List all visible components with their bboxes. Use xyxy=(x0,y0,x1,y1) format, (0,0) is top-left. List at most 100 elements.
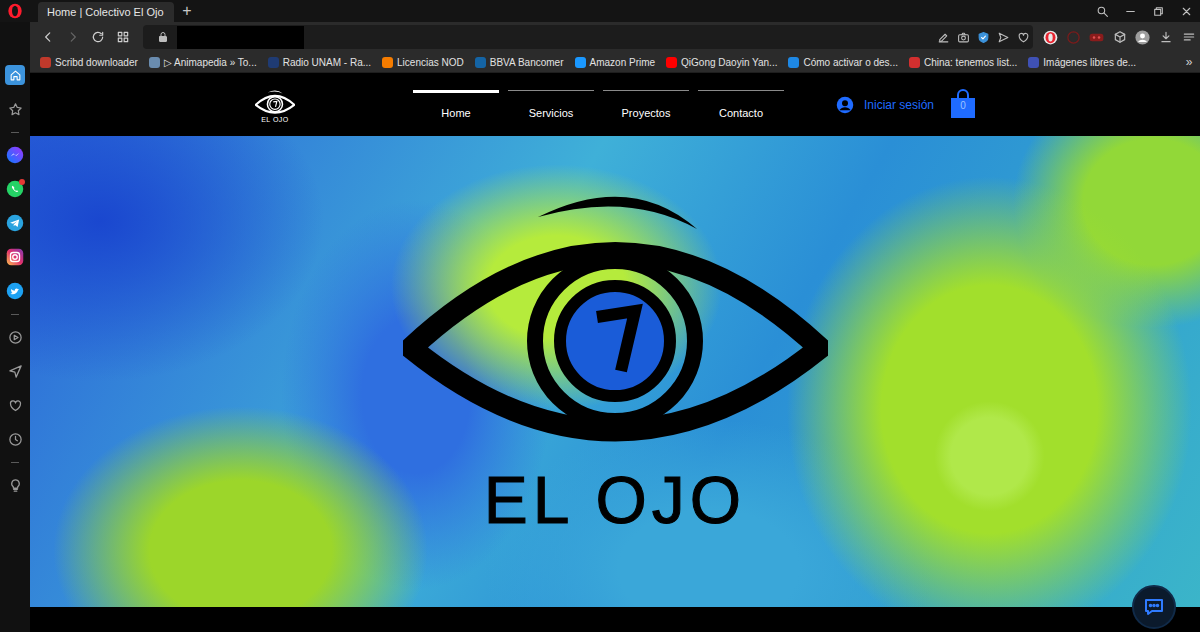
bookmark[interactable]: Cómo activar o des... xyxy=(788,55,897,70)
sidebar-separator xyxy=(0,308,30,320)
tab-bar: Home | Colectivo El Ojo + xyxy=(0,0,1200,22)
download-icon[interactable] xyxy=(1154,25,1177,49)
bookmark[interactable]: China: tenemos list... xyxy=(909,55,1017,70)
bookmark-label[interactable]: Radio UNAM - Ra... xyxy=(283,55,371,70)
vpn-icon[interactable] xyxy=(1085,25,1108,49)
bookmark-label[interactable]: Licencias NOD xyxy=(397,55,464,70)
bookmark[interactable]: Scribd downloader xyxy=(40,55,138,70)
bookmarks-bar: Scribd downloader ▷ Animapedia » To... Rad… xyxy=(30,52,1200,73)
sidebar-item[interactable] xyxy=(0,172,30,206)
favicon-icon xyxy=(149,57,160,68)
back-icon[interactable] xyxy=(35,25,60,49)
sidebar-separator xyxy=(0,126,30,138)
sidebar-item[interactable] xyxy=(0,58,30,92)
bookmark[interactable]: ▷ Animapedia » To... xyxy=(149,55,257,70)
opera-logo-icon[interactable] xyxy=(0,3,30,19)
bookmark[interactable]: Imágenes libres de... xyxy=(1028,55,1136,70)
favicon-icon xyxy=(575,57,586,68)
bookmark[interactable]: QiGong Daoyin Yan... xyxy=(666,55,777,70)
messenger-icon[interactable] xyxy=(6,146,24,164)
instagram-icon[interactable] xyxy=(6,248,24,266)
notification-dot xyxy=(19,179,25,185)
nav-link[interactable]: Home xyxy=(413,90,499,122)
cart-count[interactable]: 0 xyxy=(950,100,976,112)
nav-link[interactable]: Proyectos xyxy=(603,90,689,122)
sidebar xyxy=(0,22,30,632)
sidebar-item[interactable] xyxy=(0,206,30,240)
player-icon[interactable] xyxy=(5,327,25,347)
chat-button[interactable] xyxy=(1132,585,1176,629)
clock-icon[interactable] xyxy=(5,429,25,449)
more-bookmarks-button[interactable]: » xyxy=(1178,53,1200,71)
heart-icon[interactable] xyxy=(5,395,25,415)
nav-link[interactable]: Contacto xyxy=(698,90,784,122)
bookmark-label[interactable]: ▷ Animapedia » To... xyxy=(164,55,257,70)
favicon-icon xyxy=(268,57,279,68)
site-logo[interactable]: EL OJO xyxy=(253,89,297,124)
bookmark-label[interactable]: Amazon Prime xyxy=(590,55,656,70)
restore-icon[interactable] xyxy=(1144,0,1172,22)
menu-icon[interactable] xyxy=(1177,25,1200,49)
nav-label[interactable]: Servicios xyxy=(529,107,574,119)
send-icon[interactable] xyxy=(5,361,25,381)
snapshot-icon[interactable] xyxy=(953,27,973,47)
nav-label[interactable]: Contacto xyxy=(719,107,763,119)
address-field[interactable] xyxy=(143,25,1033,49)
minimize-icon[interactable] xyxy=(1116,0,1144,22)
bookmark-label[interactable]: BBVA Bancomer xyxy=(490,55,564,70)
bookmark[interactable]: BBVA Bancomer xyxy=(475,55,564,70)
sidebar-item[interactable] xyxy=(0,92,30,126)
reload-icon[interactable] xyxy=(85,25,110,49)
opera-icon[interactable] xyxy=(1039,25,1062,49)
bookmark-label[interactable]: Scribd downloader xyxy=(55,55,138,70)
twitter-icon[interactable] xyxy=(6,282,24,300)
sidebar-item[interactable] xyxy=(0,354,30,388)
nav-label[interactable]: Proyectos xyxy=(622,107,671,119)
cube-icon[interactable] xyxy=(1108,25,1131,49)
sidebar-item[interactable] xyxy=(0,388,30,422)
home-icon[interactable] xyxy=(5,65,25,85)
favicon-icon xyxy=(475,57,486,68)
sidebar-item[interactable] xyxy=(0,422,30,456)
forward-icon[interactable] xyxy=(60,25,85,49)
telegram-icon[interactable] xyxy=(6,214,24,232)
sidebar-item[interactable] xyxy=(0,320,30,354)
new-tab-button[interactable]: + xyxy=(174,1,200,21)
bookmark-label[interactable]: Cómo activar o des... xyxy=(803,55,897,70)
heart-icon[interactable] xyxy=(1013,27,1033,47)
favicon-icon xyxy=(40,57,51,68)
edit-icon[interactable] xyxy=(933,27,953,47)
tab-label[interactable]: Home | Colectivo El Ojo xyxy=(47,4,164,21)
browser-tab[interactable]: Home | Colectivo El Ojo xyxy=(38,2,174,22)
sidebar-item[interactable] xyxy=(0,468,30,502)
extension-icon[interactable] xyxy=(1062,25,1085,49)
bookmark[interactable]: Amazon Prime xyxy=(575,55,656,70)
sidebar-item[interactable] xyxy=(0,240,30,274)
logo-text[interactable]: EL OJO xyxy=(261,115,289,124)
site-header: EL OJO Home Servicios Proyectos Contacto Inic… xyxy=(30,73,1200,136)
bulb-icon[interactable] xyxy=(5,475,25,495)
nav-link[interactable]: Servicios xyxy=(508,90,594,122)
bookmark-label[interactable]: QiGong Daoyin Yan... xyxy=(681,55,777,70)
send-icon[interactable] xyxy=(993,27,1013,47)
search-icon[interactable] xyxy=(1088,0,1116,22)
bookmark[interactable]: Radio UNAM - Ra... xyxy=(268,55,371,70)
login-button[interactable]: Iniciar sesión xyxy=(836,96,934,114)
user-icon[interactable] xyxy=(836,96,854,114)
nav-label[interactable]: Home xyxy=(441,107,470,119)
site-menu: Home Servicios Proyectos Contacto xyxy=(413,90,784,122)
shield-icon[interactable] xyxy=(973,27,993,47)
star-icon[interactable] xyxy=(5,99,25,119)
favicon-icon xyxy=(1028,57,1039,68)
login-label[interactable]: Iniciar sesión xyxy=(864,96,934,114)
sidebar-item[interactable] xyxy=(0,138,30,172)
tabs-grid-icon[interactable] xyxy=(110,25,135,49)
eye-logo-icon[interactable] xyxy=(255,89,295,115)
bookmark-label[interactable]: Imágenes libres de... xyxy=(1043,55,1136,70)
sidebar-item[interactable] xyxy=(0,274,30,308)
close-icon[interactable] xyxy=(1172,0,1200,22)
bookmark-label[interactable]: China: tenemos list... xyxy=(924,55,1017,70)
cart-button[interactable]: 0 xyxy=(950,89,976,119)
bookmark[interactable]: Licencias NOD xyxy=(382,55,464,70)
profile-icon[interactable] xyxy=(1131,25,1154,49)
